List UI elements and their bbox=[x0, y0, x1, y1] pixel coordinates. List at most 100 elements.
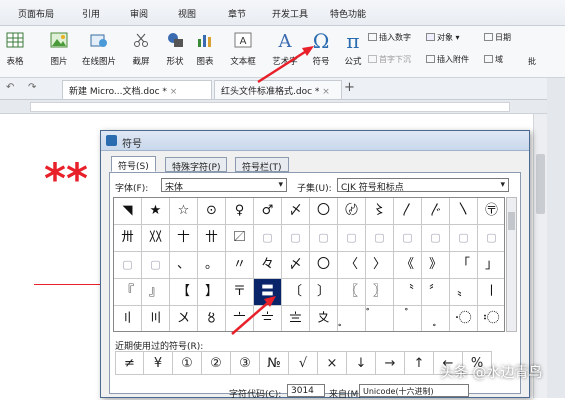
symbol-cell[interactable]: 〓 bbox=[254, 279, 282, 306]
recent-symbol-cell[interactable]: → bbox=[376, 351, 405, 375]
date-button[interactable]: 日期 bbox=[484, 32, 511, 43]
symbol-cell[interactable]: ▢ bbox=[478, 225, 504, 252]
font-select[interactable]: 宋体 ▾ bbox=[161, 178, 287, 193]
symbol-cell[interactable]: 〄 bbox=[338, 198, 366, 225]
recent-symbol-cell[interactable]: ≠ bbox=[115, 351, 144, 375]
symbol-cell[interactable]: 〧 bbox=[254, 306, 282, 331]
recent-symbol-cell[interactable]: ③ bbox=[231, 351, 260, 375]
symbol-cell[interactable]: 〒 bbox=[226, 279, 254, 306]
symbol-cell[interactable]: 〃 bbox=[226, 252, 254, 279]
insert-number-button[interactable]: 插入数字 bbox=[368, 32, 411, 43]
symbol-cell[interactable]: 〶 bbox=[478, 198, 504, 225]
picture-button[interactable]: 图片 bbox=[42, 29, 76, 67]
symbol-cell[interactable]: 》 bbox=[422, 252, 450, 279]
shape-button[interactable]: 形状 bbox=[158, 29, 192, 67]
vertical-scrollbar[interactable] bbox=[533, 114, 547, 398]
symbol-cell[interactable]: 〳 bbox=[394, 198, 422, 225]
symbol-cell[interactable]: 】 bbox=[198, 279, 226, 306]
symbol-cell[interactable]: ▢ bbox=[282, 225, 310, 252]
recent-symbol-cell[interactable]: ↓ bbox=[347, 351, 376, 375]
symbol-cell[interactable]: 〩 bbox=[310, 306, 338, 331]
menu-tab-review[interactable]: 审阅 bbox=[130, 7, 148, 20]
symbol-cell[interactable]: 〮 bbox=[450, 306, 478, 331]
symbol-cell[interactable]: 「 bbox=[450, 252, 478, 279]
symbol-cell[interactable]: 〣 bbox=[142, 306, 170, 331]
symbol-cell[interactable]: ▢ bbox=[338, 225, 366, 252]
symbol-cell[interactable]: 、 bbox=[170, 252, 198, 279]
symbol-cell[interactable]: 〞 bbox=[422, 279, 450, 306]
close-icon[interactable]: × bbox=[322, 87, 330, 97]
close-icon[interactable]: × bbox=[170, 87, 178, 97]
symbol-cell[interactable]: ▢ bbox=[114, 252, 142, 279]
symbol-cell[interactable]: 〤 bbox=[170, 306, 198, 331]
symbol-cell[interactable]: 〵 bbox=[450, 198, 478, 225]
doc-tab-redhead[interactable]: 红头文件标准格式.doc * × bbox=[214, 80, 342, 99]
scroll-thumb[interactable] bbox=[536, 154, 545, 214]
symbol-cell[interactable]: 〔 bbox=[282, 279, 310, 306]
redo-icon[interactable]: ↷ bbox=[28, 82, 36, 93]
symbol-cell[interactable]: 〉 bbox=[366, 252, 394, 279]
symbol-cell[interactable]: 々 bbox=[254, 252, 282, 279]
symbol-cell[interactable]: 〕 bbox=[310, 279, 338, 306]
symbol-cell[interactable]: 『 bbox=[114, 279, 142, 306]
symbol-cell[interactable]: 」 bbox=[478, 252, 504, 279]
recent-symbol-cell[interactable]: √ bbox=[289, 351, 318, 375]
symbol-cell[interactable]: ⊙ bbox=[198, 198, 226, 225]
menu-tab-view[interactable]: 视图 bbox=[178, 7, 196, 20]
symbol-cell[interactable]: 。 bbox=[198, 252, 226, 279]
charcode-input[interactable]: 3014 bbox=[287, 384, 325, 397]
add-tab-button[interactable]: + bbox=[344, 80, 355, 95]
screenshot-button[interactable]: 截屏 bbox=[124, 29, 158, 67]
symbol-cell[interactable]: 〼 bbox=[226, 225, 254, 252]
textbox-button[interactable]: A 文本框 bbox=[226, 29, 260, 67]
symbol-cell[interactable]: 〥 bbox=[198, 306, 226, 331]
recent-symbol-cell[interactable]: ¥ bbox=[144, 351, 173, 375]
symbol-cell[interactable]: 《 bbox=[394, 252, 422, 279]
symbol-cell[interactable]: ♀ bbox=[226, 198, 254, 225]
symbol-cell[interactable]: ▢ bbox=[450, 225, 478, 252]
comment-button-partial[interactable]: 批 bbox=[528, 56, 536, 67]
menu-tab-dev-tools[interactable]: 开发工具 bbox=[272, 7, 308, 20]
recent-symbol-cell[interactable]: ② bbox=[202, 351, 231, 375]
symbol-cell[interactable]: 〈 bbox=[338, 252, 366, 279]
symbol-cell[interactable]: 〟 bbox=[450, 279, 478, 306]
symbol-cell[interactable]: ▢ bbox=[310, 225, 338, 252]
doc-tab-new[interactable]: 新建 Micro...文档.doc * × bbox=[62, 80, 212, 99]
symbol-cell[interactable]: ♂ bbox=[254, 198, 282, 225]
symbol-cell[interactable]: 〦 bbox=[226, 306, 254, 331]
recent-symbol-cell[interactable]: ① bbox=[173, 351, 202, 375]
symbol-cell[interactable]: ★ bbox=[142, 198, 170, 225]
symbol-cell[interactable]: ☆ bbox=[170, 198, 198, 225]
tab-symbol-bar[interactable]: 符号栏(T) bbox=[235, 157, 289, 173]
symbol-cell[interactable]: 〗 bbox=[366, 279, 394, 306]
menu-tab-special-features[interactable]: 特色功能 bbox=[330, 7, 366, 20]
menu-tab-references[interactable]: 引用 bbox=[82, 7, 100, 20]
symbol-cell[interactable]: 〹 bbox=[198, 225, 226, 252]
symbol-cell[interactable]: 〇 bbox=[310, 198, 338, 225]
grid-scroll-thumb[interactable] bbox=[508, 212, 515, 230]
symbol-button[interactable]: Ω 符号 bbox=[304, 29, 338, 67]
recent-symbol-cell[interactable]: × bbox=[318, 351, 347, 375]
grid-scrollbar[interactable] bbox=[506, 197, 517, 332]
drop-cap-button[interactable]: 首字下沉 bbox=[368, 54, 411, 65]
symbol-cell[interactable]: ▢ bbox=[366, 225, 394, 252]
wordart-button[interactable]: A 艺术字 bbox=[268, 29, 302, 67]
table-button[interactable]: 表格 bbox=[0, 29, 32, 67]
menu-tab-page-layout[interactable]: 页面布局 bbox=[18, 7, 54, 20]
tab-special-characters[interactable]: 特殊字符(P) bbox=[165, 157, 228, 173]
undo-icon[interactable]: ↶ bbox=[6, 82, 14, 93]
symbol-cell[interactable]: 〴 bbox=[422, 198, 450, 225]
symbol-cell[interactable]: ▢ bbox=[422, 225, 450, 252]
symbol-cell[interactable]: 〺 bbox=[114, 225, 142, 252]
symbol-cell[interactable]: ▢ bbox=[394, 225, 422, 252]
symbol-cell[interactable]: ◥ bbox=[114, 198, 142, 225]
symbol-cell[interactable]: 〢 bbox=[114, 306, 142, 331]
symbol-cell[interactable]: 〸 bbox=[170, 225, 198, 252]
symbol-cell[interactable]: 〷 bbox=[142, 225, 170, 252]
symbol-cell[interactable]: 〯 bbox=[478, 306, 504, 331]
symbol-cell[interactable]: 〆 bbox=[282, 198, 310, 225]
symbol-cell[interactable]: 〝 bbox=[394, 279, 422, 306]
symbol-cell[interactable]: 〖 bbox=[338, 279, 366, 306]
object-button[interactable]: 对象 ▾ bbox=[426, 32, 460, 43]
symbol-cell[interactable]: ▢ bbox=[254, 225, 282, 252]
